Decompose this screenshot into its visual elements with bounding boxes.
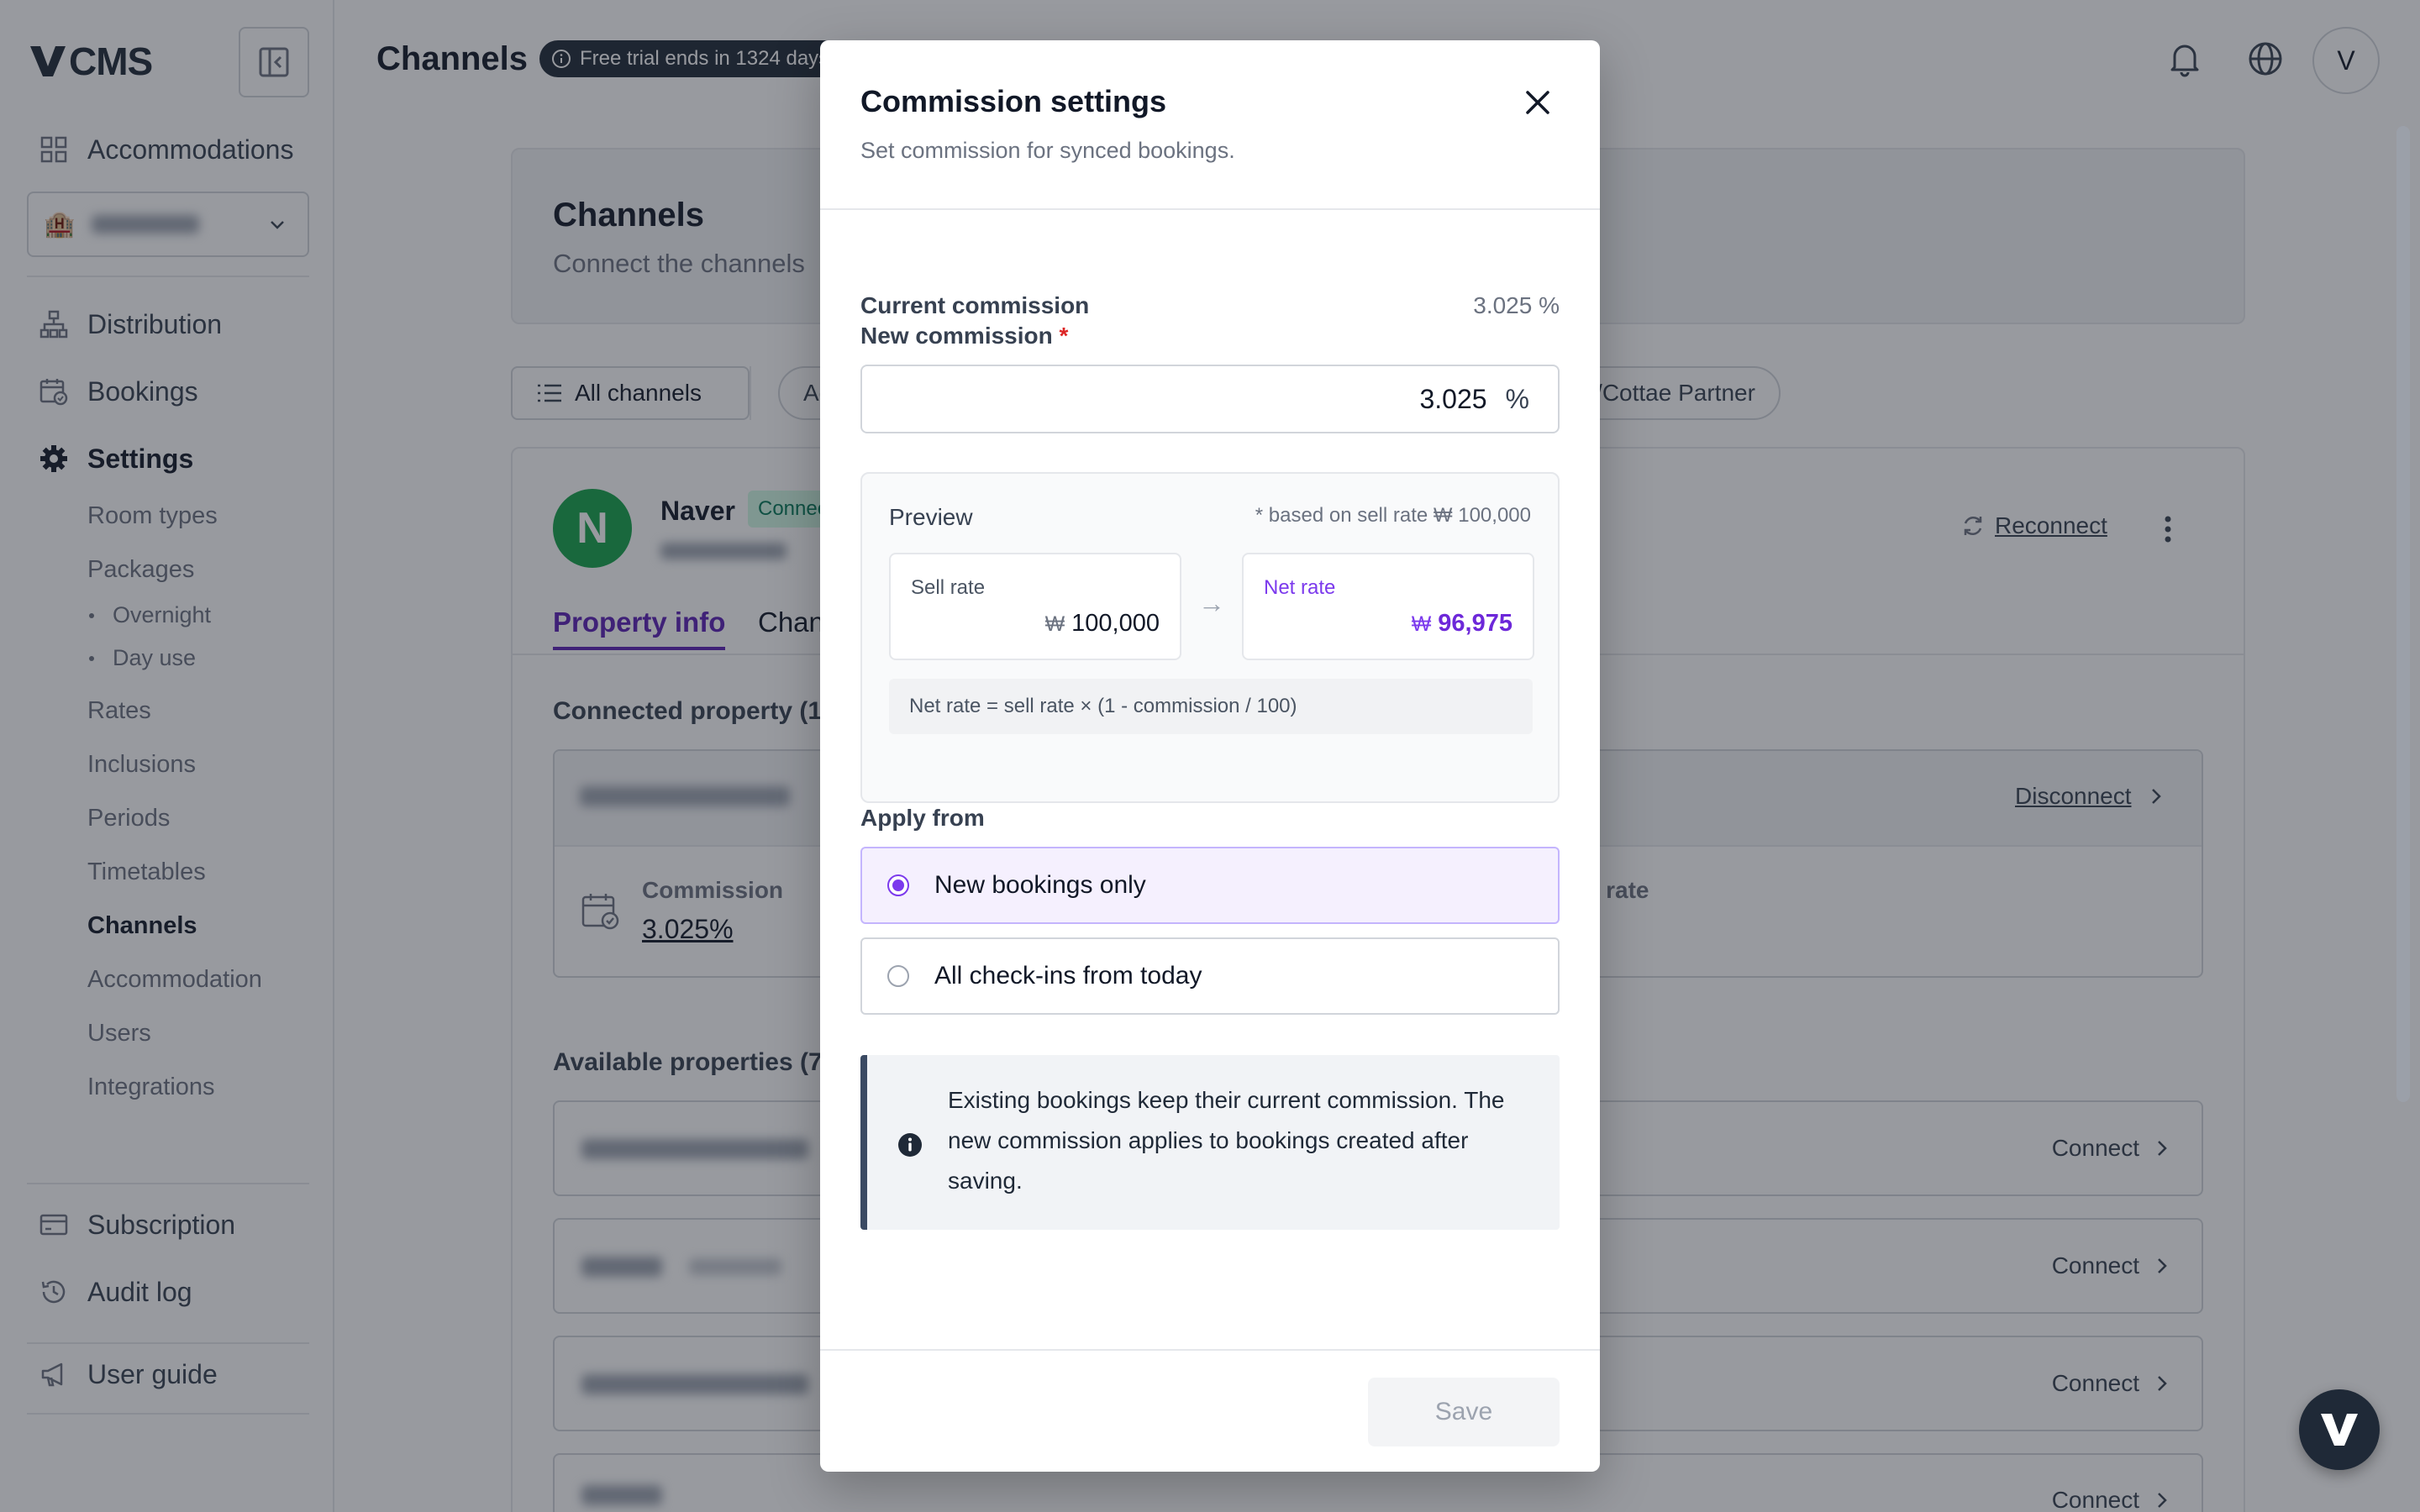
sell-rate-amount: 100,000 [1071,610,1160,637]
commission-settings-modal: Commission settings Set commission for s… [820,40,1600,1472]
currency-symbol: ₩ [1044,612,1065,636]
page-scrollbar[interactable] [2396,126,2410,1102]
modal-footer-divider [820,1349,1600,1351]
preview-panel: Preview * based on sell rate ₩ 100,000 S… [860,472,1560,803]
new-commission-value: 3.025 [1419,383,1487,414]
radio-all-checkins-from-today[interactable]: All check-ins from today [860,937,1560,1015]
arrow-right-icon: → [1198,588,1225,618]
new-commission-label-text: New commission [860,323,1053,349]
notice-text: Existing bookings keep their current com… [948,1087,1505,1194]
close-button[interactable] [1514,79,1561,126]
net-rate-box: Net rate ₩96,975 [1242,553,1534,660]
sell-rate-value: ₩100,000 [1045,610,1160,638]
currency-symbol: ₩ [1411,612,1432,636]
required-mark: * [1059,323,1069,349]
radio-label: All check-ins from today [934,962,1202,990]
close-icon [1526,91,1549,114]
sell-rate-box: Sell rate ₩100,000 [889,553,1181,660]
preview-note: * based on sell rate ₩ 100,000 [1255,504,1531,527]
net-rate-formula: Net rate = sell rate × (1 - commission /… [889,679,1533,734]
current-commission-label: Current commission [860,292,1090,318]
brand-v-icon [2321,1414,2358,1446]
new-commission-input[interactable]: 3.025 % [860,365,1560,433]
radio-new-bookings-only[interactable]: New bookings only [860,847,1560,924]
preview-title: Preview [889,504,973,530]
net-rate-value: ₩96,975 [1412,610,1512,638]
support-chat-button[interactable] [2299,1389,2380,1470]
modal-divider [820,208,1600,210]
radio-label: New bookings only [934,871,1146,899]
modal-subtitle: Set commission for synced bookings. [860,138,1235,163]
modal-title: Commission settings [860,84,1167,118]
radio-button[interactable] [887,965,909,987]
radio-button-selected[interactable] [887,874,909,896]
net-rate-amount: 96,975 [1438,610,1512,637]
percent-suffix: % [1505,383,1529,414]
sell-rate-label: Sell rate [911,576,986,599]
new-commission-label: New commission * [860,323,1068,349]
info-filled-icon [898,1133,922,1157]
info-notice: Existing bookings keep their current com… [860,1055,1560,1230]
apply-from-label: Apply from [860,805,985,831]
current-commission-value: 3.025 % [1473,292,1560,318]
net-rate-label: Net rate [1264,576,1336,599]
save-button[interactable]: Save [1368,1378,1560,1446]
